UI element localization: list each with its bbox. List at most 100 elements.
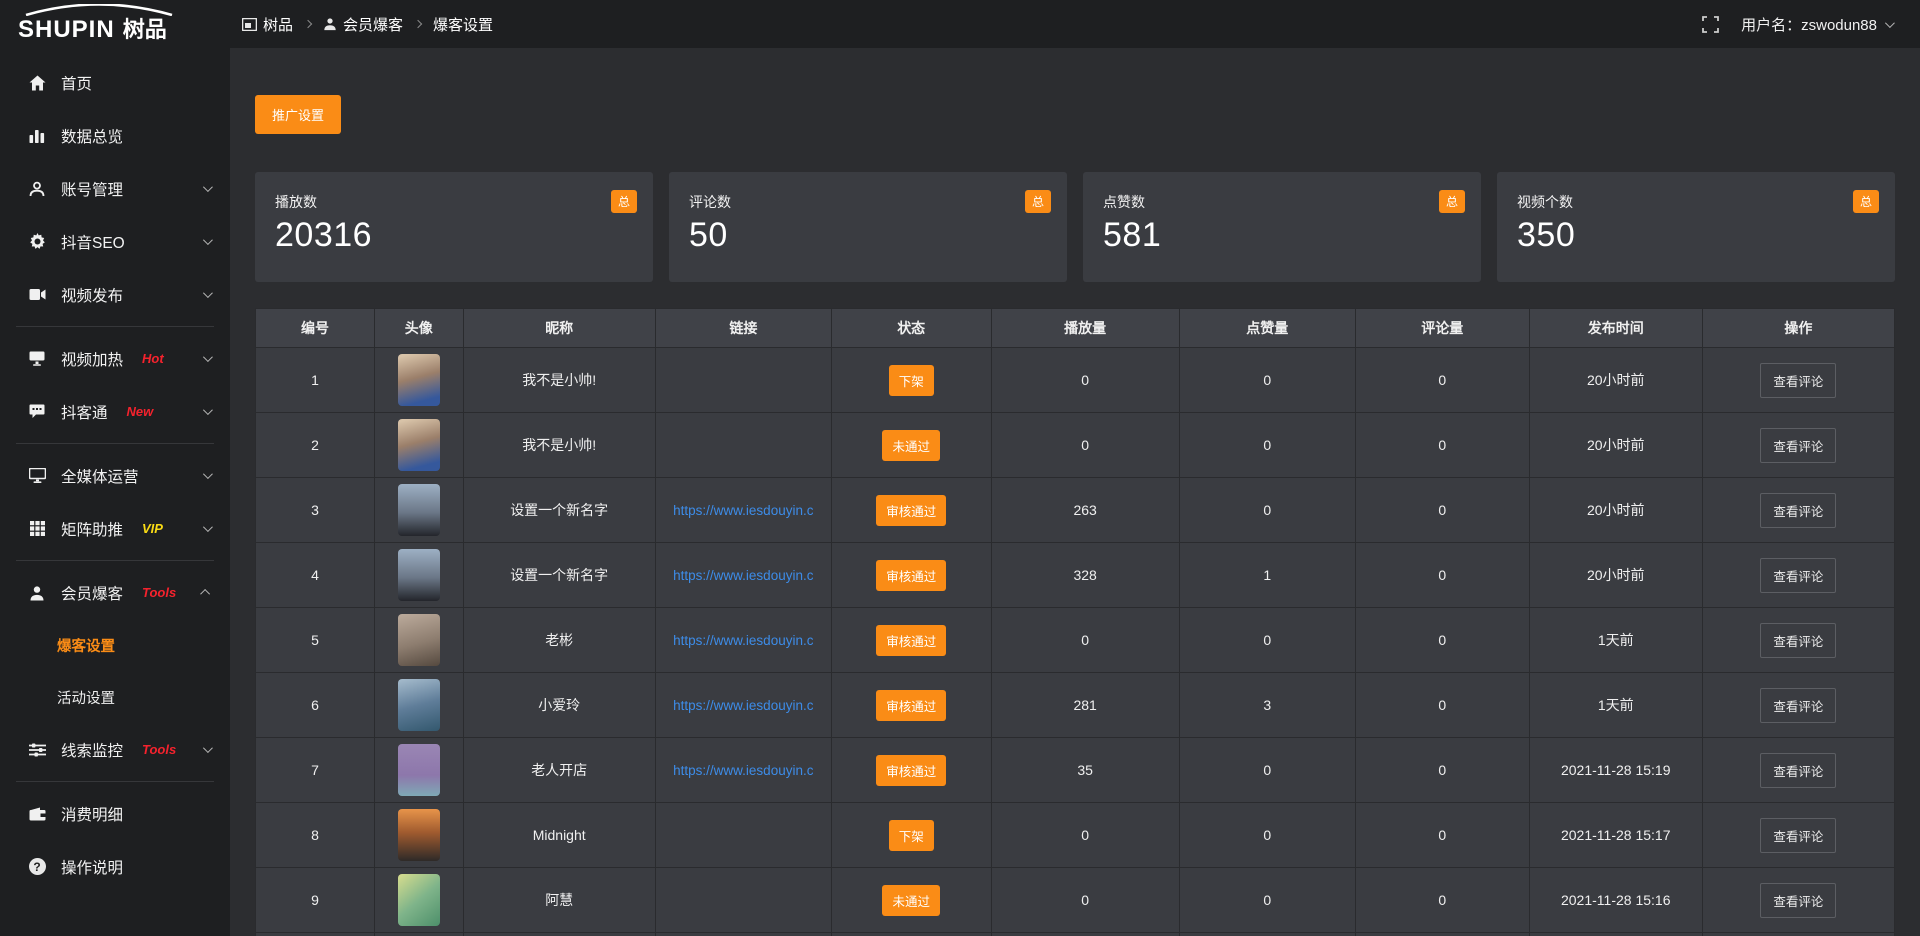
sidebar-item-help[interactable]: ? 操作说明 xyxy=(0,840,230,893)
sidebar-item-lead-monitor[interactable]: 线索监控 Tools xyxy=(0,723,230,776)
sidebar-item-data-overview[interactable]: 数据总览 xyxy=(0,109,230,162)
stat-label: 播放数 xyxy=(275,192,633,212)
status-badge[interactable]: 未通过 xyxy=(882,885,940,916)
view-comments-button[interactable]: 查看评论 xyxy=(1760,363,1836,398)
videos-table: 编号 头像 昵称 链接 状态 播放量 点赞量 评论量 发布时间 操作 1 我不是… xyxy=(255,308,1895,936)
sidebar-item-label: 视频加热 xyxy=(61,348,123,370)
sidebar-item-label: 消费明细 xyxy=(61,803,123,825)
bar-chart-icon xyxy=(28,128,46,143)
video-link[interactable]: https://www.iesdouyin.c xyxy=(673,568,813,583)
status-badge[interactable]: 审核通过 xyxy=(876,560,946,591)
status-badge[interactable]: 审核通过 xyxy=(876,755,946,786)
cell-likes: 3 xyxy=(1180,673,1356,737)
cell-avatar xyxy=(375,413,464,477)
cell-publish-time: 2021-11-28 15:19 xyxy=(1530,738,1703,802)
status-badge[interactable]: 审核通过 xyxy=(876,690,946,721)
sidebar-subitem-baoke-settings[interactable]: 爆客设置 xyxy=(0,619,230,671)
sidebar-item-video-publish[interactable]: 视频发布 xyxy=(0,268,230,321)
col-header: 状态 xyxy=(832,309,992,347)
cell-nickname: 我不是小帅! xyxy=(464,413,656,477)
chevron-down-icon xyxy=(203,182,213,192)
cell-action: 查看评论 xyxy=(1703,413,1894,477)
total-badge: 总 xyxy=(611,190,637,213)
sidebar-item-home[interactable]: 首页 xyxy=(0,56,230,109)
app-logo: SHUPIN 树品 xyxy=(0,4,230,44)
sidebar-item-omni-media[interactable]: 全媒体运营 xyxy=(0,449,230,502)
status-badge[interactable]: 审核通过 xyxy=(876,495,946,526)
breadcrumb-item-member[interactable]: 会员爆客 xyxy=(323,14,403,35)
cell-publish-time: 20小时前 xyxy=(1530,543,1703,607)
col-header: 编号 xyxy=(256,309,375,347)
breadcrumb-item-home[interactable]: 树品 xyxy=(242,14,293,35)
grid-icon xyxy=(28,521,46,536)
view-comments-button[interactable]: 查看评论 xyxy=(1760,753,1836,788)
cell-publish-time: 1天前 xyxy=(1530,673,1703,737)
status-badge[interactable]: 审核通过 xyxy=(876,625,946,656)
logo-text-en: SHUPIN xyxy=(18,16,115,44)
sidebar-divider xyxy=(16,443,214,444)
breadcrumb-label: 树品 xyxy=(263,14,293,35)
col-header: 操作 xyxy=(1703,309,1894,347)
view-comments-button[interactable]: 查看评论 xyxy=(1760,558,1836,593)
table-row: 4 设置一个新名字 https://www.iesdouyin.c 审核通过 3… xyxy=(256,542,1894,607)
video-link[interactable]: https://www.iesdouyin.c xyxy=(673,763,813,778)
view-comments-button[interactable]: 查看评论 xyxy=(1760,493,1836,528)
fullscreen-icon[interactable] xyxy=(1702,16,1719,33)
sidebar-item-matrix-boost[interactable]: 矩阵助推 VIP xyxy=(0,502,230,555)
stats-cards: 播放数 20316 总 评论数 50 总 点赞数 581 总 视频个数 350 … xyxy=(255,172,1895,282)
cell-number: 9 xyxy=(256,868,375,932)
sidebar-item-label: 账号管理 xyxy=(61,178,123,200)
promotion-settings-button[interactable]: 推广设置 xyxy=(255,95,341,134)
chevron-down-icon xyxy=(203,352,213,362)
avatar xyxy=(398,419,440,471)
view-comments-button[interactable]: 查看评论 xyxy=(1760,883,1836,918)
sliders-icon xyxy=(28,743,46,757)
view-comments-button[interactable]: 查看评论 xyxy=(1760,428,1836,463)
video-link[interactable]: https://www.iesdouyin.c xyxy=(673,698,813,713)
sidebar-item-member-baoke[interactable]: 会员爆客 Tools xyxy=(0,566,230,619)
sidebar-subitem-label: 爆客设置 xyxy=(57,635,115,656)
sidebar-item-douketong[interactable]: 抖客通 New xyxy=(0,385,230,438)
cell-action: 查看评论 xyxy=(1703,803,1894,867)
cell-status: 审核通过 xyxy=(832,478,992,542)
user-menu[interactable]: 用户名：zswodun88 xyxy=(1741,14,1892,35)
status-badge[interactable]: 未通过 xyxy=(882,430,940,461)
cell-plays: 0 xyxy=(992,803,1180,867)
status-badge[interactable]: 下架 xyxy=(889,365,934,396)
cell-avatar xyxy=(375,348,464,412)
cell-number: 2 xyxy=(256,413,375,477)
view-comments-button[interactable]: 查看评论 xyxy=(1760,688,1836,723)
sidebar-item-label: 抖客通 xyxy=(61,401,108,423)
col-header: 头像 xyxy=(375,309,464,347)
cell-nickname: 我不是小帅! xyxy=(464,348,656,412)
sidebar-item-account-mgmt[interactable]: 账号管理 xyxy=(0,162,230,215)
stat-card-plays: 播放数 20316 总 xyxy=(255,172,653,282)
status-badge[interactable]: 下架 xyxy=(889,820,934,851)
cell-avatar xyxy=(375,868,464,932)
col-header: 点赞量 xyxy=(1180,309,1356,347)
vip-badge: VIP xyxy=(142,521,163,536)
cell-avatar xyxy=(375,608,464,672)
sidebar-nav: 首页 数据总览 账号管理 抖音SEO 视频发布 视频加热 Hot 抖客通 New… xyxy=(0,48,230,936)
avatar xyxy=(398,614,440,666)
app-icon xyxy=(242,18,257,31)
view-comments-button[interactable]: 查看评论 xyxy=(1760,818,1836,853)
avatar xyxy=(398,809,440,861)
sidebar-item-label: 数据总览 xyxy=(61,125,123,147)
chevron-down-icon xyxy=(1885,18,1895,28)
video-link[interactable]: https://www.iesdouyin.c xyxy=(673,503,813,518)
sidebar-item-spend-details[interactable]: 消费明细 xyxy=(0,787,230,840)
cell-nickname: Midnight xyxy=(464,803,656,867)
view-comments-button[interactable]: 查看评论 xyxy=(1760,623,1836,658)
video-link[interactable]: https://www.iesdouyin.c xyxy=(673,633,813,648)
cell-link: https://www.iesdouyin.c xyxy=(656,673,832,737)
sidebar-item-douyin-seo[interactable]: 抖音SEO xyxy=(0,215,230,268)
sidebar-item-label: 会员爆客 xyxy=(61,582,123,604)
cell-status: 审核通过 xyxy=(832,608,992,672)
logo-text-cn: 树品 xyxy=(123,12,167,44)
breadcrumb-label: 会员爆客 xyxy=(343,14,403,35)
sidebar-item-video-heat[interactable]: 视频加热 Hot xyxy=(0,332,230,385)
sidebar-subitem-activity-settings[interactable]: 活动设置 xyxy=(0,671,230,723)
cell-nickname: 老人开店 xyxy=(464,738,656,802)
cell-link: https://www.iesdouyin.c xyxy=(656,738,832,802)
